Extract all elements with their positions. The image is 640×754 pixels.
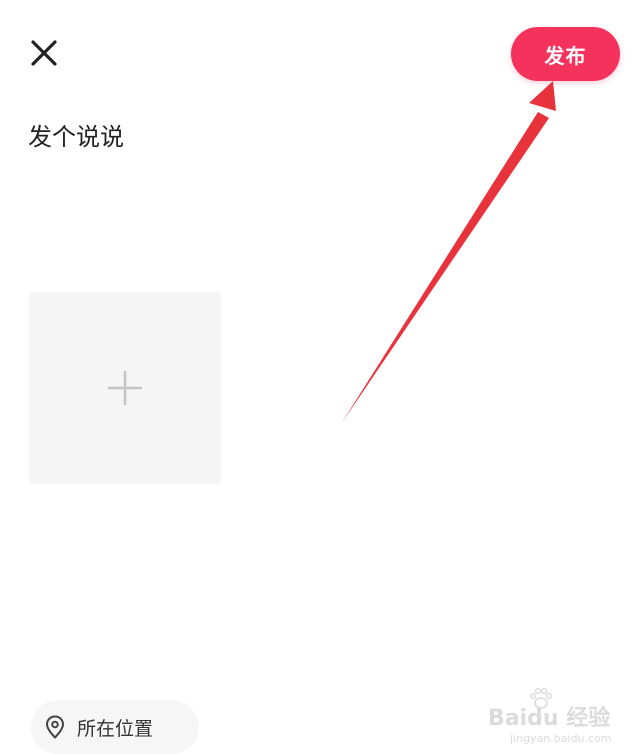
plus-icon xyxy=(108,371,142,405)
location-label: 所在位置 xyxy=(77,717,154,740)
location-pin-icon xyxy=(45,715,67,739)
location-button[interactable]: 所在位置 xyxy=(31,700,199,754)
close-button[interactable] xyxy=(22,30,66,74)
watermark-brand: Baidu 经验 xyxy=(488,706,611,731)
close-icon xyxy=(31,40,57,66)
watermark-url: jingyan.baidu.com xyxy=(510,732,612,745)
watermark: Baidu 经验 jingyan.baidu.com xyxy=(488,686,628,750)
paw-icon xyxy=(529,687,553,709)
add-image-button[interactable] xyxy=(29,292,221,484)
publish-button[interactable]: 发布 xyxy=(511,27,620,81)
post-text-input[interactable] xyxy=(28,112,488,162)
